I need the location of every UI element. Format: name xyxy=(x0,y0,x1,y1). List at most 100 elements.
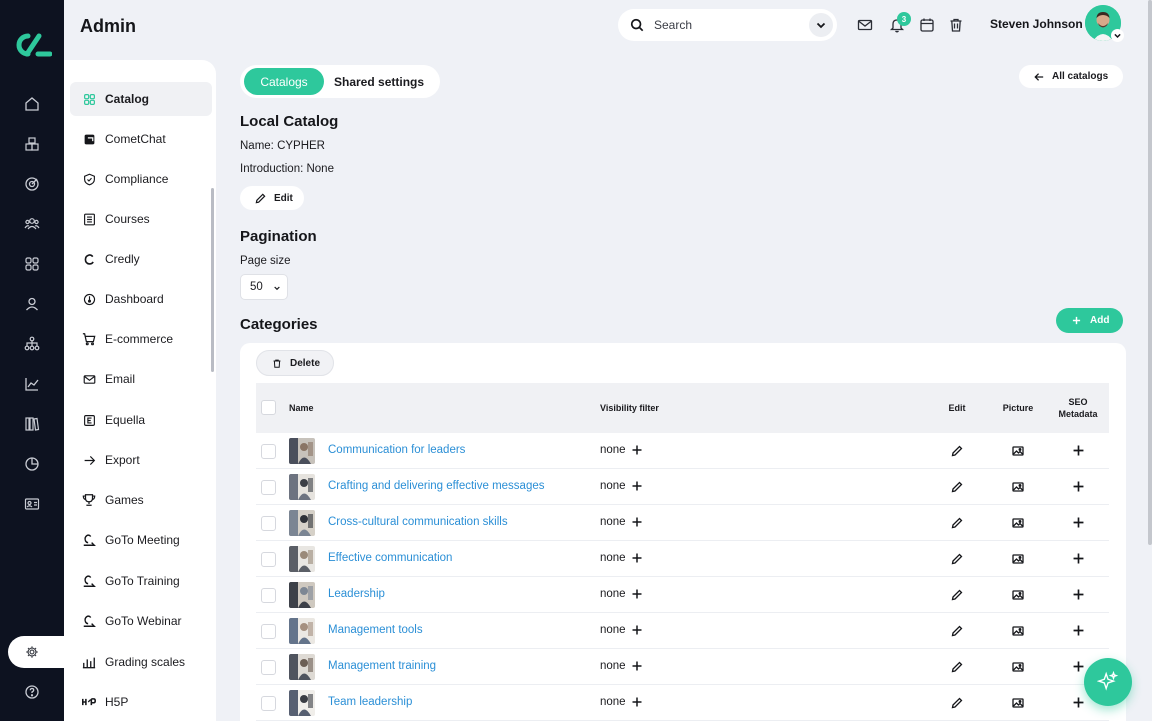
sidebar-item-compliance[interactable]: Compliance xyxy=(70,162,212,196)
pie-icon[interactable] xyxy=(22,454,42,474)
grid-icon[interactable] xyxy=(22,254,42,274)
picture-icon[interactable] xyxy=(1012,697,1024,709)
seo-metadata-plus-icon[interactable] xyxy=(1073,661,1085,673)
row-checkbox[interactable] xyxy=(261,660,276,675)
search-input[interactable]: Search xyxy=(654,18,692,32)
chart-icon[interactable] xyxy=(22,374,42,394)
seo-metadata-plus-icon[interactable] xyxy=(1073,625,1085,637)
user-name[interactable]: Steven Johnson xyxy=(990,17,1083,31)
category-name-link[interactable]: Management tools xyxy=(328,624,423,636)
sidebar-item-grading-scales[interactable]: Grading scales xyxy=(70,645,212,679)
sidebar-item-dashboard[interactable]: Dashboard xyxy=(70,282,212,316)
add-visibility-plus-icon[interactable] xyxy=(632,481,642,491)
category-name-link[interactable]: Crafting and delivering effective messag… xyxy=(328,480,545,492)
page-scrollbar[interactable] xyxy=(1148,0,1152,545)
sidebar-item-equella[interactable]: Equella xyxy=(70,403,212,437)
picture-icon[interactable] xyxy=(1012,589,1024,601)
sidebar-item-e-commerce[interactable]: E-commerce xyxy=(70,322,212,356)
sidebar-item-h5p[interactable]: H5P xyxy=(70,685,212,719)
edit-pencil-icon[interactable] xyxy=(951,481,963,493)
row-checkbox[interactable] xyxy=(261,444,276,459)
chevron-down-icon xyxy=(274,286,280,291)
row-checkbox[interactable] xyxy=(261,588,276,603)
category-name-link[interactable]: Management training xyxy=(328,660,436,672)
picture-icon[interactable] xyxy=(1012,445,1024,457)
row-checkbox[interactable] xyxy=(261,696,276,711)
sidebar-item-credly[interactable]: Credly xyxy=(70,242,212,276)
add-visibility-plus-icon[interactable] xyxy=(632,445,642,455)
row-checkbox[interactable] xyxy=(261,480,276,495)
sidebar-item-catalog[interactable]: Catalog xyxy=(70,82,212,116)
users-icon[interactable] xyxy=(22,214,42,234)
category-thumbnail xyxy=(289,618,315,644)
sidebar-item-goto-webinar[interactable]: GoTo Webinar xyxy=(70,604,212,638)
row-checkbox[interactable] xyxy=(261,624,276,639)
edit-catalog-button[interactable]: Edit xyxy=(240,186,304,210)
edit-pencil-icon[interactable] xyxy=(951,661,963,673)
seo-metadata-plus-icon[interactable] xyxy=(1073,481,1085,493)
category-name-link[interactable]: Team leadership xyxy=(328,696,412,708)
picture-icon[interactable] xyxy=(1012,625,1024,637)
picture-icon[interactable] xyxy=(1012,553,1024,565)
edit-pencil-icon[interactable] xyxy=(951,625,963,637)
sidebar-item-games[interactable]: Games xyxy=(70,483,212,517)
calendar-icon[interactable] xyxy=(919,17,935,33)
category-name-link[interactable]: Effective communication xyxy=(328,552,452,564)
home-icon[interactable] xyxy=(22,94,42,114)
delete-button[interactable]: Delete xyxy=(256,350,334,376)
add-category-button[interactable]: Add xyxy=(1056,308,1123,333)
sidebar-item-goto-meeting[interactable]: GoTo Meeting xyxy=(70,523,212,557)
seo-metadata-plus-icon[interactable] xyxy=(1073,517,1085,529)
hierarchy-icon[interactable] xyxy=(22,334,42,354)
books-icon[interactable] xyxy=(22,414,42,434)
seo-metadata-plus-icon[interactable] xyxy=(1073,589,1085,601)
add-visibility-plus-icon[interactable] xyxy=(632,697,642,707)
help-icon[interactable] xyxy=(22,682,42,702)
category-name-link[interactable]: Leadership xyxy=(328,588,385,600)
user-menu-chevron-icon[interactable] xyxy=(1111,29,1124,42)
sidebar-item-courses[interactable]: Courses xyxy=(70,202,212,236)
sidebar-item-export[interactable]: Export xyxy=(70,443,212,477)
edit-pencil-icon[interactable] xyxy=(951,589,963,601)
sidebar-item-email[interactable]: Email xyxy=(70,362,212,396)
user-icon[interactable] xyxy=(22,294,42,314)
sidebar-item-goto-training[interactable]: GoTo Training xyxy=(70,564,212,598)
brand-logo[interactable] xyxy=(12,30,52,60)
search-bar[interactable]: Search xyxy=(618,9,837,41)
add-visibility-plus-icon[interactable] xyxy=(632,553,642,563)
settings-button[interactable] xyxy=(8,636,66,668)
page-size-select[interactable]: 50 xyxy=(240,274,288,300)
edit-pencil-icon[interactable] xyxy=(951,445,963,457)
category-name-link[interactable]: Cross-cultural communication skills xyxy=(328,516,508,528)
tab-catalogs[interactable]: Catalogs xyxy=(244,68,324,95)
cube-icon[interactable] xyxy=(22,134,42,154)
category-name-link[interactable]: Communication for leaders xyxy=(328,444,465,456)
picture-icon[interactable] xyxy=(1012,661,1024,673)
id-card-icon[interactable] xyxy=(22,494,42,514)
add-visibility-plus-icon[interactable] xyxy=(632,589,642,599)
add-visibility-plus-icon[interactable] xyxy=(632,517,642,527)
column-header-name[interactable]: Name xyxy=(289,402,314,414)
picture-icon[interactable] xyxy=(1012,517,1024,529)
edit-pencil-icon[interactable] xyxy=(951,553,963,565)
target-icon[interactable] xyxy=(22,174,42,194)
add-visibility-plus-icon[interactable] xyxy=(632,625,642,635)
row-checkbox[interactable] xyxy=(261,552,276,567)
seo-metadata-plus-icon[interactable] xyxy=(1073,553,1085,565)
search-dropdown-button[interactable] xyxy=(809,13,833,37)
add-visibility-plus-icon[interactable] xyxy=(632,661,642,671)
sidebar-scrollbar[interactable] xyxy=(211,188,214,372)
tab-shared-settings[interactable]: Shared settings xyxy=(334,68,424,95)
all-catalogs-button[interactable]: All catalogs xyxy=(1019,65,1123,88)
seo-metadata-plus-icon[interactable] xyxy=(1073,445,1085,457)
mail-icon[interactable] xyxy=(857,17,873,33)
select-all-checkbox[interactable] xyxy=(261,400,276,415)
seo-metadata-plus-icon[interactable] xyxy=(1073,697,1085,709)
ai-assistant-button[interactable] xyxy=(1084,658,1132,706)
edit-pencil-icon[interactable] xyxy=(951,697,963,709)
row-checkbox[interactable] xyxy=(261,516,276,531)
sidebar-item-cometchat[interactable]: CometChat xyxy=(70,122,212,156)
picture-icon[interactable] xyxy=(1012,481,1024,493)
edit-pencil-icon[interactable] xyxy=(951,517,963,529)
trash-icon[interactable] xyxy=(948,17,964,33)
